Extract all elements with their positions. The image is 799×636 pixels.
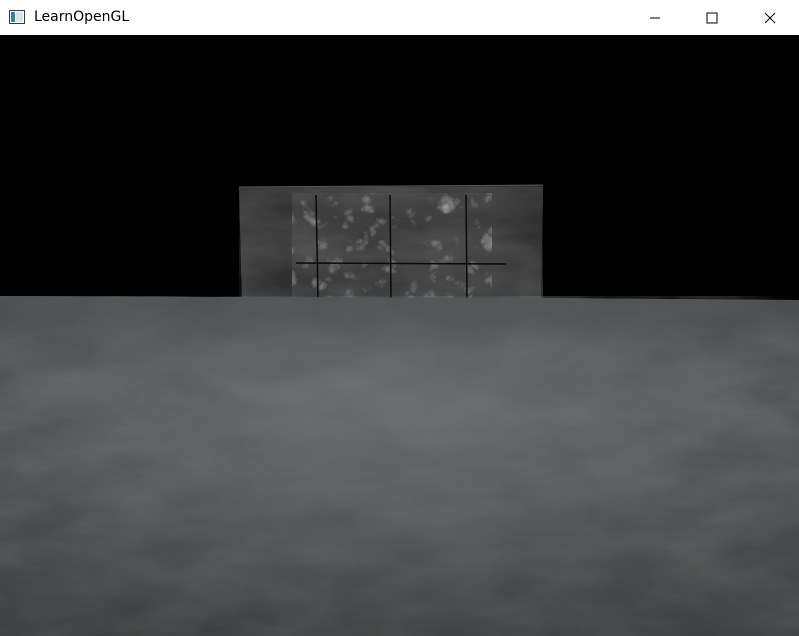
close-icon: [764, 12, 776, 23]
application-window: LearnOpenGL: [0, 0, 799, 636]
close-button[interactable]: [741, 0, 799, 35]
marble-wall: [238, 184, 544, 299]
rendered-scene: [0, 184, 799, 636]
maximize-icon: [706, 12, 718, 23]
minimize-icon: [650, 17, 660, 18]
window-title: LearnOpenGL: [34, 9, 130, 25]
window-app-icon[interactable]: [9, 10, 25, 24]
opengl-render-viewport[interactable]: [0, 35, 799, 636]
title-bar[interactable]: LearnOpenGL: [0, 0, 799, 35]
minimize-button[interactable]: [626, 0, 684, 35]
maximize-button[interactable]: [683, 0, 741, 35]
stone-floor: [0, 296, 799, 636]
